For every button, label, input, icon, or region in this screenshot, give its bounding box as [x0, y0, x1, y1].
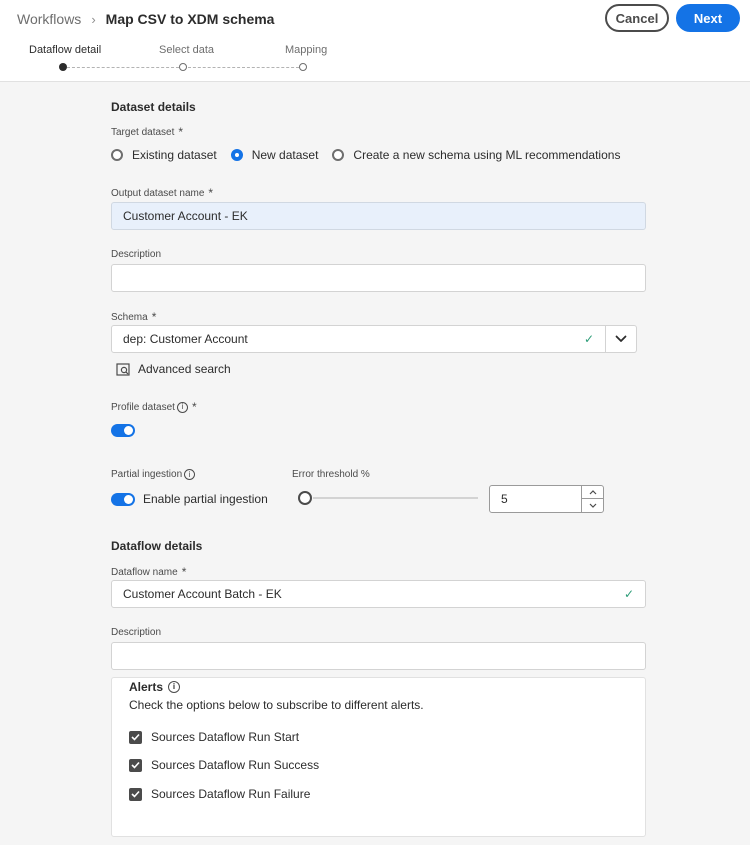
required-asterisk-icon: * [178, 125, 184, 139]
error-threshold-label-text: Error threshold % [292, 469, 370, 480]
dataset-description-field[interactable] [111, 264, 646, 292]
breadcrumb-separator-icon: › [91, 11, 96, 27]
stepper-buttons [581, 486, 603, 512]
breadcrumb-workflows-link[interactable]: Workflows [17, 11, 81, 27]
dataflow-description-label: Description [111, 627, 161, 638]
chevron-up-icon [589, 489, 596, 494]
valid-check-icon: ✓ [623, 587, 634, 601]
output-dataset-name-value: Customer Account - EK [123, 209, 248, 223]
error-threshold-slider-track[interactable] [313, 497, 478, 499]
toggle-knob [124, 426, 133, 435]
radio-existing-dataset[interactable]: Existing dataset [111, 148, 217, 162]
step-current-dot-icon [59, 63, 67, 71]
dataflow-name-value: Customer Account Batch - EK [123, 587, 282, 601]
workflow-header: Workflows › Map CSV to XDM schema Cancel… [0, 0, 750, 82]
checkbox-checked-icon [129, 758, 142, 772]
stepper-increment-button[interactable] [582, 486, 603, 499]
partial-ingestion-label: Partial ingestion i [111, 469, 196, 480]
dataflow-details-heading: Dataflow details [111, 539, 203, 553]
schema-label-text: Schema [111, 311, 148, 323]
partial-ingestion-label-text: Partial ingestion [111, 469, 183, 480]
radio-unchecked-icon [332, 149, 345, 161]
toggle-knob [124, 495, 133, 504]
target-dataset-label-text: Target dataset [111, 126, 175, 138]
step-connector [188, 67, 299, 68]
schema-dropdown-button[interactable] [606, 325, 637, 353]
step-pending-dot-icon [179, 63, 187, 71]
schema-label: Schema * [111, 310, 156, 324]
alert-checkbox-run-failure[interactable]: Sources Dataflow Run Failure [129, 787, 310, 801]
dataset-description-label: Description [111, 249, 161, 260]
chevron-down-icon [589, 503, 596, 508]
required-asterisk-icon: * [191, 400, 197, 414]
target-dataset-radio-group: Existing dataset New dataset Create a ne… [111, 148, 634, 162]
radio-label: Create a new schema using ML recommendat… [353, 148, 621, 162]
advanced-search-link[interactable]: Advanced search [116, 362, 231, 376]
step-connector [67, 67, 179, 68]
step-mapping: Mapping [285, 44, 328, 56]
dataset-details-heading: Dataset details [111, 100, 196, 114]
output-dataset-name-label-text: Output dataset name [111, 187, 205, 199]
required-asterisk-icon: * [208, 186, 214, 200]
info-icon[interactable]: i [176, 401, 188, 413]
dataflow-name-field[interactable]: Customer Account Batch - EK ✓ [111, 580, 646, 608]
alert-label: Sources Dataflow Run Failure [151, 787, 311, 801]
alert-label: Sources Dataflow Run Start [151, 730, 300, 744]
page-title: Map CSV to XDM schema [105, 11, 275, 27]
checkbox-checked-icon [129, 730, 142, 744]
valid-check-icon: ✓ [583, 332, 594, 346]
radio-unchecked-icon [111, 149, 123, 161]
alert-label: Sources Dataflow Run Success [151, 758, 320, 772]
next-button[interactable]: Next [676, 4, 740, 32]
dataflow-description-field[interactable] [111, 642, 646, 670]
radio-label: New dataset [251, 148, 319, 162]
schema-combobox-input[interactable]: dep: Customer Account ✓ [111, 325, 606, 353]
output-dataset-name-label: Output dataset name * [111, 186, 213, 200]
chevron-down-icon [615, 335, 627, 342]
step-dataflow-detail: Dataflow detail [29, 44, 102, 56]
profile-dataset-toggle[interactable] [111, 424, 135, 437]
dataset-description-label-text: Description [111, 249, 162, 260]
error-threshold-label: Error threshold % [292, 469, 370, 480]
dataflow-description-label-text: Description [111, 627, 162, 638]
dataflow-name-label-text: Dataflow name [111, 566, 178, 578]
advanced-search-label: Advanced search [138, 362, 231, 376]
required-asterisk-icon: * [181, 565, 187, 579]
profile-dataset-label: Profile dataset i * [111, 400, 197, 414]
advanced-search-icon [116, 362, 130, 376]
alerts-heading: Alerts i [129, 680, 181, 694]
stepper-decrement-button[interactable] [582, 499, 603, 512]
partial-ingestion-toggle[interactable] [111, 493, 135, 506]
cancel-button[interactable]: Cancel [605, 4, 669, 32]
checkbox-checked-icon [129, 787, 142, 801]
radio-new-dataset[interactable]: New dataset [230, 148, 319, 162]
error-threshold-value[interactable]: 5 [501, 492, 508, 506]
dataflow-name-label: Dataflow name * [111, 565, 186, 579]
step-select-data: Select data [159, 44, 215, 56]
alert-checkbox-run-success[interactable]: Sources Dataflow Run Success [129, 758, 319, 772]
alerts-title: Alerts [129, 680, 164, 694]
output-dataset-name-field[interactable]: Customer Account - EK [111, 202, 646, 230]
alert-checkbox-run-start[interactable]: Sources Dataflow Run Start [129, 730, 299, 744]
radio-ml-schema[interactable]: Create a new schema using ML recommendat… [332, 148, 620, 162]
error-threshold-slider-handle[interactable] [298, 491, 312, 505]
schema-value: dep: Customer Account [123, 332, 248, 346]
radio-label: Existing dataset [132, 148, 217, 162]
breadcrumb: Workflows › Map CSV to XDM schema [17, 11, 274, 27]
alerts-description: Check the options below to subscribe to … [129, 698, 424, 712]
partial-ingestion-toggle-label: Enable partial ingestion [143, 492, 268, 506]
info-icon[interactable]: i [184, 469, 196, 480]
info-icon[interactable]: i [168, 681, 181, 693]
required-asterisk-icon: * [151, 310, 157, 324]
error-threshold-stepper[interactable]: 5 [489, 485, 604, 513]
profile-dataset-label-text: Profile dataset [111, 401, 175, 413]
radio-checked-icon [230, 149, 243, 161]
step-pending-dot-icon [299, 63, 307, 71]
target-dataset-label: Target dataset * [111, 125, 183, 139]
